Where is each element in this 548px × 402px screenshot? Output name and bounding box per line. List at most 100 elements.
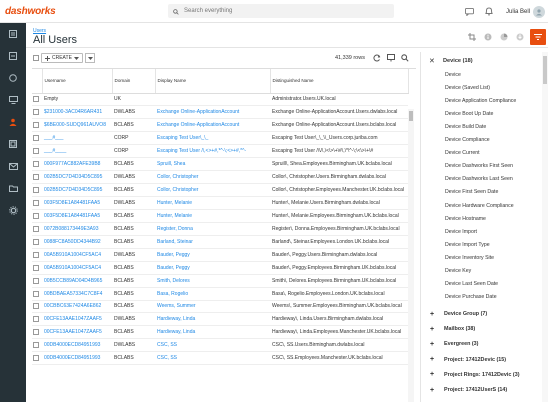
row-checkbox[interactable]	[33, 264, 39, 271]
filter-item[interactable]: Device Purchase Date	[445, 294, 497, 300]
cell-username[interactable]: 003F5D8E1A84481FAA5	[42, 209, 112, 223]
filter-group-collapsed[interactable]: + Project: 17412UserS (14)	[421, 384, 507, 396]
cell-username[interactable]: 00DB4000ECD84951993	[42, 351, 112, 366]
filter-item[interactable]: Device Application Compliance	[445, 98, 516, 104]
row-checkbox[interactable]	[33, 161, 39, 168]
table-row[interactable]: 00DB4000ECD84951993 DWLABS CSC, SS CSC\, SS…	[32, 338, 408, 353]
cell-username[interactable]: 00CFE13AAE1047ZAAF5	[42, 312, 112, 327]
crop-icon[interactable]	[466, 31, 478, 43]
filter-item[interactable]: Device Dashworks Last Seen	[445, 176, 513, 182]
filter-item[interactable]: Device Hostname	[445, 216, 486, 222]
cell-display-name[interactable]: Bauder, Peggy	[155, 248, 270, 262]
plus-icon[interactable]: +	[430, 356, 440, 363]
search-input[interactable]: Search everything	[184, 8, 232, 14]
column-header-distinguished-name[interactable]: Distinguished Name	[270, 69, 409, 94]
filter-item[interactable]: Device Import	[445, 229, 477, 235]
search-icon[interactable]	[400, 53, 410, 63]
cell-username[interactable]: 002B5DC7D4D34D5C895	[42, 170, 112, 185]
table-row[interactable]: 00DB4000ECD84951993 BCLABS CSC, SS CSC\, SS…	[32, 351, 408, 366]
row-checkbox[interactable]	[33, 342, 39, 349]
cell-username[interactable]: ___#___	[42, 131, 112, 146]
table-row[interactable]: 0088FC8A50DD4344B92 BCLABS Barland, Steina…	[32, 235, 408, 249]
filter-item[interactable]: Device Import Type	[445, 242, 490, 248]
cell-display-name[interactable]: CSC, SS	[155, 351, 270, 366]
logo[interactable]: dashworks	[0, 6, 60, 17]
cell-display-name[interactable]: Escaping Test User /\,<>+#,*^-\;<>+#,*^-	[155, 144, 270, 159]
sidebar-item-applications[interactable]	[0, 133, 26, 155]
cell-username[interactable]: 000F977AC882AFE39B8	[42, 157, 112, 172]
row-checkbox[interactable]	[33, 174, 39, 181]
row-checkbox[interactable]	[33, 225, 39, 232]
filter-item[interactable]: Device Compliance	[445, 137, 490, 143]
user-name[interactable]: Julia Bell	[506, 9, 530, 15]
filter-item[interactable]: Device Build Date	[445, 124, 486, 130]
sidebar-item-dashboard[interactable]	[0, 23, 26, 45]
cell-display-name[interactable]: Bauder, Peggy	[155, 261, 270, 275]
plus-icon[interactable]: +	[430, 311, 440, 318]
filter-group-collapsed[interactable]: + Project: 17412Devic (15)	[421, 354, 506, 366]
info-icon[interactable]	[482, 31, 494, 43]
cell-username[interactable]: 00CFE13AAE1047ZAAF5	[42, 325, 112, 340]
table-row[interactable]: 00A5B910A1004CF5AC4 DWLABS Bauder, Peggy Ba…	[32, 248, 408, 262]
filter-group-collapsed[interactable]: + Evergreen (3)	[421, 338, 478, 350]
cell-username[interactable]: $6BE000-SUDQ961AUVO8	[42, 118, 112, 133]
row-checkbox[interactable]	[33, 277, 39, 284]
row-checkbox[interactable]	[33, 316, 39, 323]
column-header-username[interactable]: Username	[42, 69, 113, 94]
cell-display-name[interactable]: Hardieway, Linda	[155, 312, 270, 327]
sidebar-item-mailboxes[interactable]	[0, 155, 26, 177]
cell-username[interactable]: 00CBBC63E7424A6E862	[42, 300, 112, 314]
cell-display-name[interactable]: Exchange Online-ApplicationAccount	[155, 105, 270, 120]
filter-item[interactable]: Device First Seen Date	[445, 189, 498, 195]
cell-display-name[interactable]: CSC, SS	[155, 338, 270, 353]
table-row[interactable]: 000F977AC882AFE39B8 BCLABS Spruill, Shea Sp…	[32, 157, 408, 172]
table-row[interactable]: 00CFE13AAE1047ZAAF5 DWLABS Hardieway, Lind…	[32, 312, 408, 327]
close-icon[interactable]: ✕	[429, 57, 439, 65]
row-checkbox[interactable]	[33, 355, 39, 362]
filter-scrollbar-thumb[interactable]	[543, 56, 547, 84]
table-row[interactable]: 00CFE13AAE1047ZAAF5 BCLABS Hardieway, Lind…	[32, 325, 408, 340]
row-checkbox[interactable]	[33, 109, 39, 116]
row-checkbox[interactable]	[33, 199, 39, 206]
cell-display-name[interactable]: Collor, Christopher	[155, 183, 270, 197]
cell-display-name[interactable]: Escaping Test User\_\_	[155, 131, 270, 146]
sidebar-item-reports[interactable]	[0, 45, 26, 67]
cell-display-name[interactable]: Exchange Online-ApplicationAccount	[155, 118, 270, 133]
plus-icon[interactable]: +	[430, 387, 440, 394]
avatar[interactable]	[533, 5, 545, 18]
sidebar-item-devices[interactable]	[0, 89, 26, 111]
export-icon[interactable]	[386, 53, 396, 63]
column-header-domain[interactable]: Domain	[112, 69, 156, 94]
sidebar-item-settings[interactable]	[0, 199, 26, 221]
table-scrollbar[interactable]	[408, 109, 414, 402]
chat-icon[interactable]	[464, 6, 476, 18]
filter-item[interactable]: Device Last Seen Date	[445, 281, 498, 287]
cell-username[interactable]: ___#____	[42, 144, 112, 159]
table-row[interactable]: Empty UK Administrator.Users.UK.local	[32, 93, 408, 107]
table-row[interactable]: 00CBBC63E7424A6E862 BCLABS Weems, Summer We…	[32, 300, 408, 314]
cell-display-name[interactable]: Hunter, Melanie	[155, 209, 270, 223]
filter-item[interactable]: Device Current	[445, 150, 480, 156]
table-row[interactable]: 003F5D8E1A84481FAA5 BCLABS Hunter, Melanie…	[32, 209, 408, 223]
table-row[interactable]: 00A5B910A1004CF5AC4 BCLABS Bauder, Peggy Ba…	[32, 261, 408, 275]
create-button[interactable]: CREATE	[41, 53, 83, 63]
table-row[interactable]: $6BE000-SUDQ961AUVO8 BCLABS Exchange Onlin…	[32, 118, 408, 133]
row-checkbox[interactable]	[33, 290, 39, 297]
refresh-icon[interactable]	[372, 53, 382, 63]
search-box[interactable]: Search everything	[168, 4, 394, 18]
row-checkbox[interactable]	[33, 96, 39, 103]
table-scrollbar-thumb[interactable]	[409, 111, 413, 121]
table-row[interactable]: 0072B088173449E3A93 BCLABS Register, Donna…	[32, 222, 408, 236]
download-icon[interactable]	[514, 31, 526, 43]
cell-display-name[interactable]	[155, 93, 270, 107]
table-row[interactable]: 00BDBAEA57334C7C8F4 BCLABS Basa, Rogelio Ba…	[32, 287, 408, 301]
pie-icon[interactable]	[498, 31, 510, 43]
sidebar-item-status[interactable]	[0, 67, 26, 89]
cell-username[interactable]: 002B5DC7D4D34D5C895	[42, 183, 112, 197]
filter-group-collapsed[interactable]: + Device Group (7)	[421, 308, 487, 320]
table-row[interactable]: ___#___ CORP Escaping Test User\_\_ Escapin…	[32, 131, 408, 146]
cell-username[interactable]: 00B5CCB89AD04D4B965	[42, 274, 112, 288]
filter-item[interactable]: Device Key	[445, 268, 471, 274]
row-checkbox[interactable]	[33, 187, 39, 194]
cell-username[interactable]: 00A5B910A1004CF5AC4	[42, 248, 112, 262]
